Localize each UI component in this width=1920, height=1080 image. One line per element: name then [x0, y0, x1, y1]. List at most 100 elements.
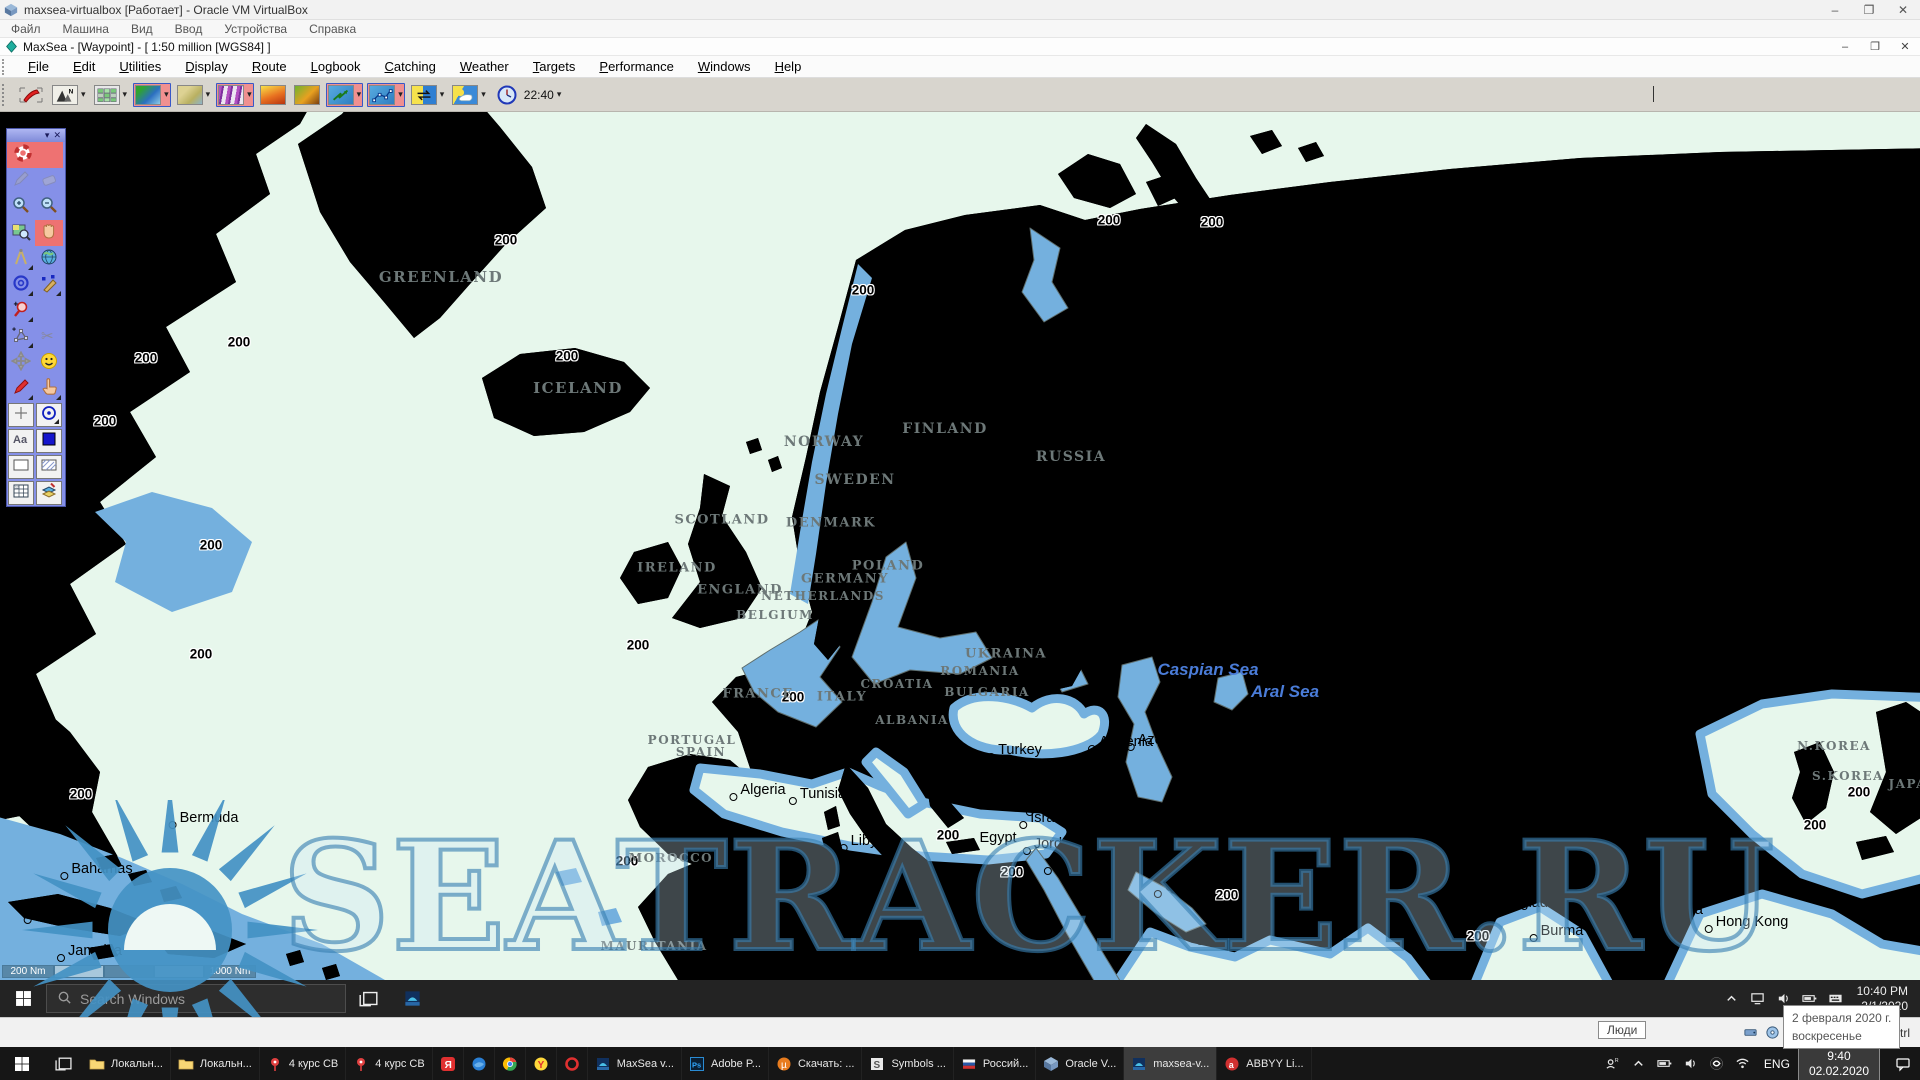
layers-button[interactable] [36, 481, 62, 505]
north-annotation-tool[interactable]: N▾ [50, 83, 88, 107]
host-start-button[interactable] [0, 1047, 44, 1080]
fill-none-button[interactable] [8, 455, 34, 479]
guest-tray-chevron-icon[interactable] [1719, 991, 1745, 1006]
fill-hatch-button[interactable] [36, 455, 62, 479]
host-app-ydisky[interactable]: Y [526, 1047, 557, 1080]
guest-tray-display-icon[interactable] [1745, 991, 1771, 1006]
palette-close-icon[interactable]: ✕ [53, 130, 61, 141]
ms-minimize-button[interactable]: – [1830, 38, 1860, 56]
maxsea-menu-windows[interactable]: Windows [686, 59, 763, 74]
globe-tool[interactable] [35, 246, 63, 272]
maxsea-menu-help[interactable]: Help [763, 59, 814, 74]
vb-menu-Файл[interactable]: Файл [0, 22, 52, 36]
vb-close-button[interactable]: ✕ [1886, 0, 1920, 20]
host-task-view-button[interactable] [44, 1047, 82, 1080]
waypoint-style-button[interactable] [36, 403, 62, 427]
sounder-tool[interactable]: ▾ [216, 83, 254, 107]
host-tray-speaker-icon[interactable] [1678, 1056, 1704, 1071]
text-style-button[interactable]: Aa [8, 429, 34, 453]
host-app-ybrowser[interactable]: Я [433, 1047, 464, 1080]
sst-gradient-tool[interactable] [258, 83, 288, 107]
select-hand-tool[interactable] [35, 376, 63, 402]
host-app-локальн-[interactable]: Локальн... [82, 1047, 171, 1080]
guest-tray-speaker-icon[interactable] [1771, 991, 1797, 1006]
pencil-tool[interactable] [7, 168, 35, 194]
host-app-symbols-[interactable]: SSymbols ... [862, 1047, 953, 1080]
maxsea-menu-targets[interactable]: Targets [521, 59, 588, 74]
cut-tool[interactable]: ✂ [35, 324, 63, 350]
ms-restore-button[interactable]: ❐ [1860, 38, 1890, 56]
palette-collapse-icon[interactable]: ▾ [45, 130, 50, 141]
plotter-route-tool[interactable]: ▾ [367, 83, 405, 107]
host-clock[interactable]: 9:40 02.02.2020 [1798, 1047, 1880, 1080]
host-tray-swirl-icon[interactable] [1704, 1056, 1730, 1071]
pan-hand-tool[interactable] [35, 220, 63, 246]
draw-pen-tool[interactable] [16, 83, 46, 107]
maxsea-menu-performance[interactable]: Performance [587, 59, 685, 74]
vb-menu-Вид[interactable]: Вид [120, 22, 164, 36]
maxsea-menu-edit[interactable]: Edit [61, 59, 107, 74]
color-style-button[interactable] [36, 429, 62, 453]
grid-tool[interactable]: ▾ [92, 83, 130, 107]
host-app-chrome[interactable] [495, 1047, 526, 1080]
chart-zoom-tool[interactable] [7, 220, 35, 246]
maxsea-menu-display[interactable]: Display [173, 59, 240, 74]
host-app-4-курс-св[interactable]: 4 курс СВ [346, 1047, 432, 1080]
host-app-локальн-[interactable]: Локальн... [171, 1047, 260, 1080]
terrain-tool[interactable] [292, 83, 322, 107]
host-app-edge[interactable] [464, 1047, 495, 1080]
guest-start-button[interactable] [0, 980, 46, 1017]
host-tray-chevron-icon[interactable] [1626, 1056, 1652, 1071]
chart-map[interactable]: 2002002002002002002002002002002002002002… [0, 112, 1920, 980]
host-app-maxsea-v-[interactable]: maxsea-v... [1124, 1047, 1217, 1080]
host-app-abbyy-li-[interactable]: aABBYY Li... [1217, 1047, 1311, 1080]
guest-search-box[interactable]: Search Windows [46, 984, 346, 1013]
marker-smiley-tool[interactable] [35, 350, 63, 376]
notification-center-icon[interactable] [1886, 1056, 1920, 1072]
host-tray-battery-icon[interactable] [1652, 1056, 1678, 1071]
host-app-maxsea-v-[interactable]: MaxSea v... [588, 1047, 682, 1080]
guest-task-view-button[interactable] [346, 980, 390, 1017]
vb-menu-Справка[interactable]: Справка [298, 22, 367, 36]
weather-map-tool[interactable]: ▾ [450, 83, 488, 107]
rescue-tool[interactable] [7, 142, 63, 168]
ms-close-button[interactable]: ✕ [1890, 38, 1920, 56]
host-app-4-курс-св[interactable]: 4 курс СВ [260, 1047, 346, 1080]
plotter-arrow-tool[interactable]: ▾ [326, 83, 364, 107]
target-tool[interactable] [7, 272, 35, 298]
move-tool[interactable] [7, 350, 35, 376]
host-language-indicator[interactable]: ENG [1764, 1057, 1790, 1071]
maxsea-menu-utilities[interactable]: Utilities [107, 59, 173, 74]
host-tray-people-icon[interactable]: R [1600, 1056, 1626, 1071]
vb-menu-Машина[interactable]: Машина [52, 22, 120, 36]
maxsea-menu-logbook[interactable]: Logbook [299, 59, 373, 74]
maxsea-menu-route[interactable]: Route [240, 59, 299, 74]
polygon-tool[interactable]: + [7, 324, 35, 350]
host-app-россий-[interactable]: Россий... [954, 1047, 1036, 1080]
maxsea-menu-weather[interactable]: Weather [448, 59, 521, 74]
crosshair-style-button[interactable] [8, 403, 34, 427]
vb-menu-Устройства[interactable]: Устройства [213, 22, 298, 36]
zoom-in-tool[interactable] [7, 194, 35, 220]
host-tray-wifi-icon[interactable] [1730, 1056, 1756, 1071]
host-app-скачать-[interactable]: µСкачать: ... [769, 1047, 863, 1080]
zoom-area-tool[interactable]: + [7, 298, 35, 324]
table-button[interactable]: 12 [8, 481, 34, 505]
divider-tool[interactable] [7, 246, 35, 272]
zoom-out-tool[interactable] [35, 194, 63, 220]
clock-tool[interactable]: 22:40▾ [492, 83, 564, 107]
eraser-tool[interactable] [35, 168, 63, 194]
host-app-adobe-p-[interactable]: PsAdobe P... [682, 1047, 769, 1080]
guest-tray-battery-icon[interactable] [1797, 991, 1823, 1006]
guest-maxsea-app-button[interactable] [390, 980, 434, 1017]
maxsea-menu-file[interactable]: File [16, 59, 61, 74]
vb-maximize-button[interactable]: ❐ [1852, 0, 1886, 20]
chart-flat-tool[interactable]: ▾ [175, 83, 213, 107]
data-transfer-tool[interactable]: ▾ [409, 83, 447, 107]
guest-tray-kbd-icon[interactable] [1823, 991, 1849, 1006]
host-app-oracle-v-[interactable]: Oracle V... [1036, 1047, 1124, 1080]
vb-minimize-button[interactable]: – [1818, 0, 1852, 20]
waypoint-pen-tool[interactable] [35, 272, 63, 298]
maxsea-menu-catching[interactable]: Catching [373, 59, 448, 74]
chart-display-tool[interactable]: ▾ [133, 83, 171, 107]
